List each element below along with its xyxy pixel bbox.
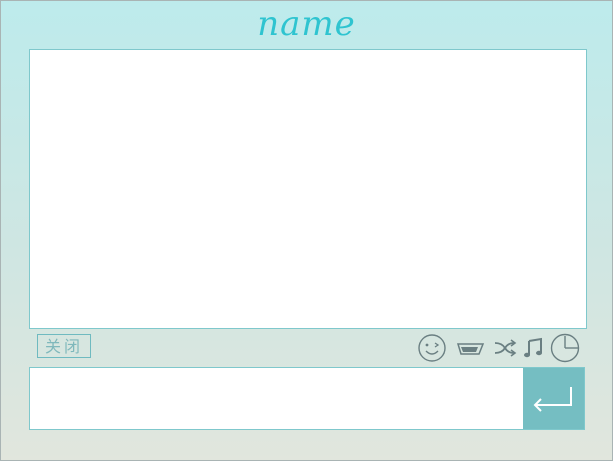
message-input[interactable] bbox=[30, 368, 524, 429]
window-title: name bbox=[1, 1, 612, 47]
shuffle-icon[interactable] bbox=[493, 333, 517, 363]
enter-return-icon bbox=[533, 387, 572, 412]
history-clock-icon[interactable] bbox=[549, 333, 581, 363]
screenshot-icon[interactable] bbox=[455, 333, 485, 363]
send-button[interactable] bbox=[523, 368, 584, 429]
message-input-box bbox=[29, 367, 585, 430]
chat-toolbar bbox=[415, 333, 585, 363]
close-button[interactable]: 关闭 bbox=[37, 334, 91, 358]
chat-window: name 关闭 bbox=[0, 0, 613, 461]
message-history-panel[interactable] bbox=[29, 49, 587, 329]
emoji-icon[interactable] bbox=[417, 333, 447, 363]
music-icon[interactable] bbox=[523, 333, 545, 363]
window-title-text: name bbox=[257, 4, 356, 44]
